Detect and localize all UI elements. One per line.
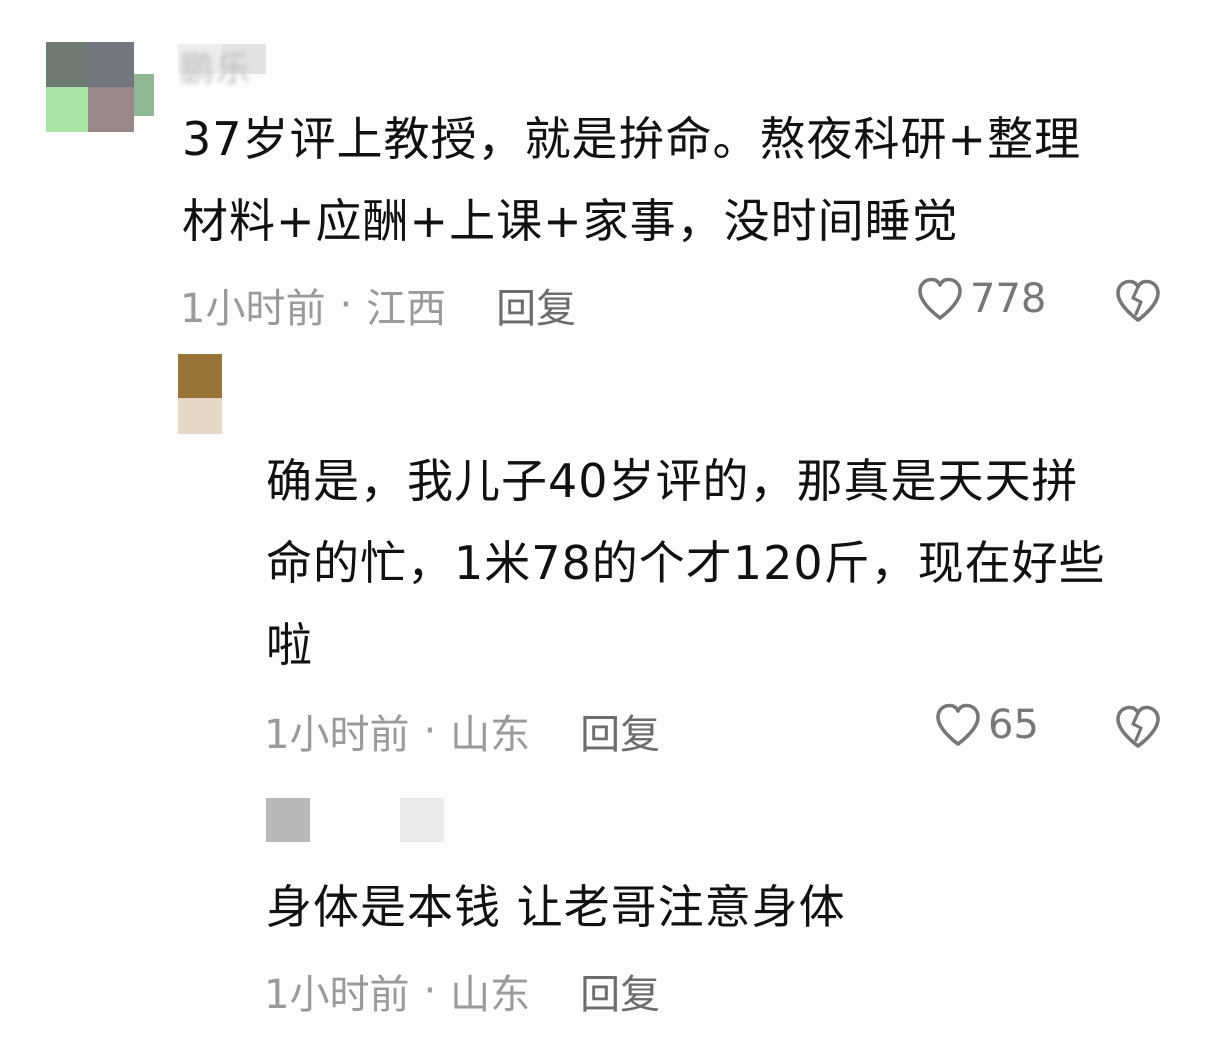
- comment-line: 材料+应酬+上课+家事，没时间睡觉: [182, 194, 959, 248]
- avatar-pixel: [134, 74, 154, 116]
- avatar[interactable]: [178, 354, 222, 434]
- like-count: 65: [988, 702, 1039, 748]
- comment-line: 37岁评上教授，就是拚命。熬夜科研+整理: [182, 112, 1082, 166]
- location: 山东: [450, 712, 531, 758]
- like-button[interactable]: 778: [916, 276, 1046, 322]
- avatar[interactable]: [46, 42, 156, 132]
- comment-line: 身体是本钱 让老哥注意身体: [266, 880, 846, 934]
- location: 江西: [366, 286, 447, 332]
- broken-heart-icon[interactable]: [1114, 278, 1162, 324]
- comment-line: 命的忙，1米78的个才120斤，现在好些: [266, 536, 1106, 590]
- comment-text: 身体是本钱 让老哥注意身体: [266, 866, 846, 948]
- comment-line: 确是，我儿子40岁评的，那真是天天拼: [266, 454, 1079, 508]
- heart-outline-icon: [918, 277, 962, 320]
- username[interactable]: 鹏乐: [180, 42, 252, 91]
- comment-meta: 1小时前 · 山东 回复: [264, 702, 660, 760]
- comment-meta: 1小时前 · 山东 回复: [264, 962, 660, 1020]
- location: 山东: [450, 972, 531, 1018]
- reply-button[interactable]: 回复: [496, 276, 576, 334]
- separator: ·: [339, 282, 353, 328]
- separator: ·: [423, 708, 437, 754]
- timestamp: 1小时前: [264, 972, 410, 1018]
- mosaic-pixel: [266, 798, 310, 842]
- avatar-pixel: [46, 42, 88, 87]
- comment-line: 啦: [266, 618, 313, 672]
- avatar-pixel: [88, 42, 134, 87]
- heart-outline-icon: [936, 703, 980, 746]
- comment-meta: 1小时前 · 江西 回复: [180, 276, 576, 334]
- broken-heart-icon[interactable]: [1114, 704, 1162, 750]
- avatar-pixel: [178, 354, 222, 398]
- like-count: 778: [970, 276, 1047, 322]
- username-mosaic: [266, 798, 446, 842]
- mosaic-pixel: [400, 798, 444, 842]
- separator: ·: [423, 968, 437, 1014]
- avatar-pixel: [88, 87, 134, 132]
- reply-button[interactable]: 回复: [580, 962, 660, 1020]
- like-button[interactable]: 65: [934, 702, 1039, 748]
- avatar-pixel: [46, 87, 88, 132]
- reply-button[interactable]: 回复: [580, 702, 660, 760]
- timestamp: 1小时前: [180, 286, 326, 332]
- avatar-pixel: [178, 398, 222, 434]
- timestamp: 1小时前: [264, 712, 410, 758]
- comment-text: 确是，我儿子40岁评的，那真是天天拼 命的忙，1米78的个才120斤，现在好些 …: [266, 440, 1106, 686]
- comment-text: 37岁评上教授，就是拚命。熬夜科研+整理 材料+应酬+上课+家事，没时间睡觉: [182, 98, 1081, 262]
- comment-thread: { "comments": [ { "username": "鹏乐", "tex…: [0, 0, 1220, 1043]
